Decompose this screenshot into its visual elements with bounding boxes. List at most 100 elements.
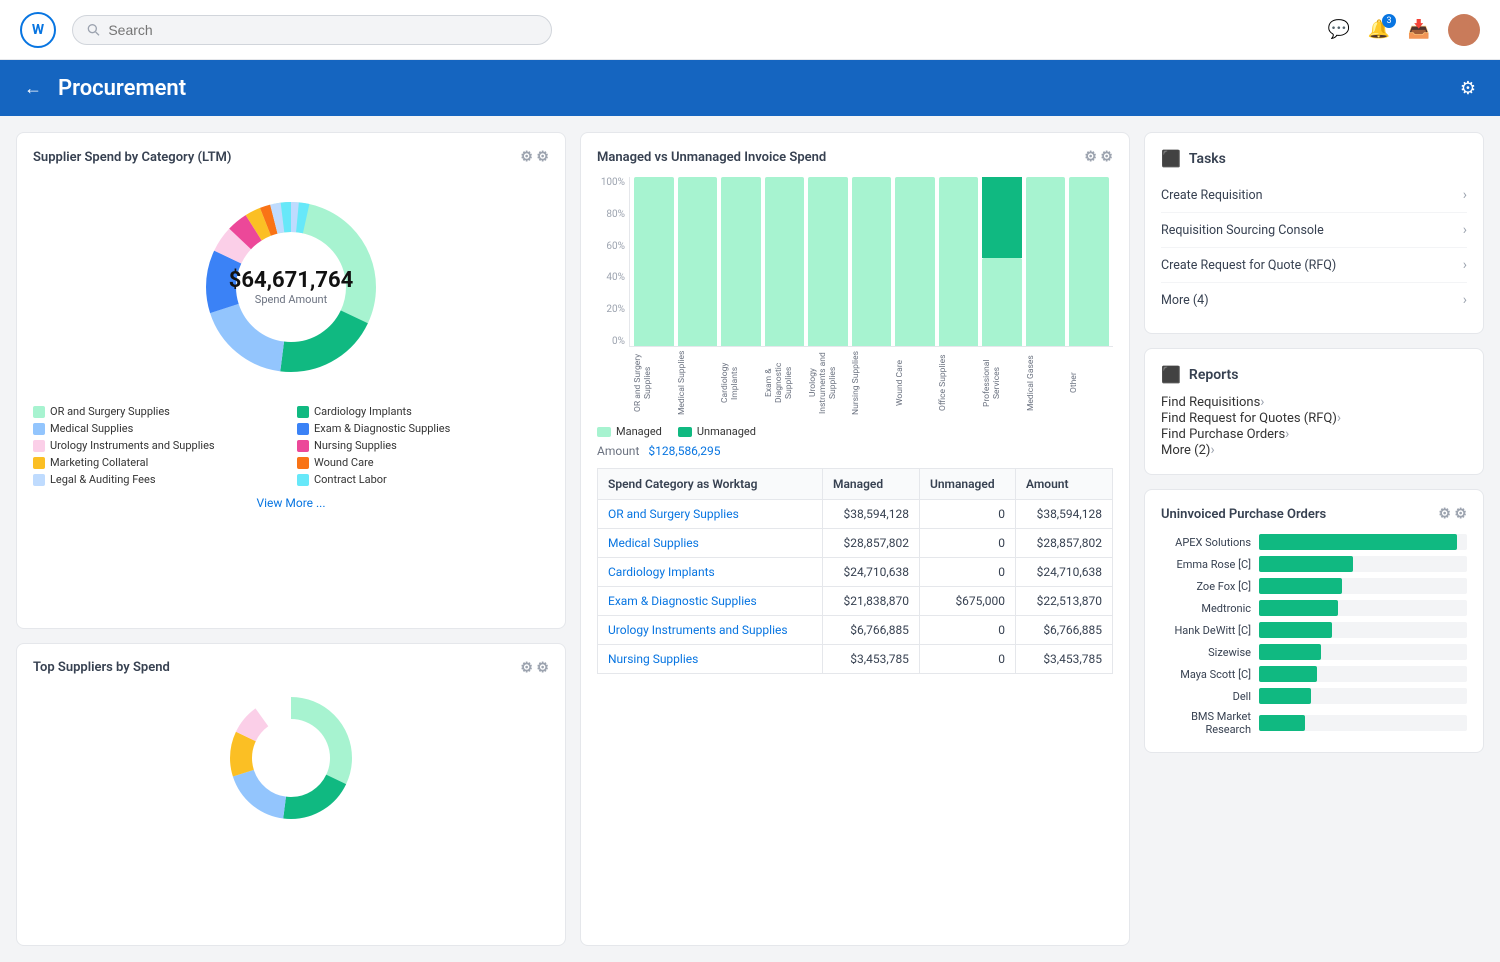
hbar-track <box>1259 644 1467 660</box>
report-item[interactable]: Find Purchase Orders› <box>1161 426 1467 442</box>
legend-item: Marketing Collateral <box>33 456 285 469</box>
unmanaged-cell: 0 <box>919 645 1015 674</box>
hbar-item: Hank DeWitt [C] <box>1161 622 1467 638</box>
legend-dot <box>33 406 45 418</box>
hbar-fill <box>1259 644 1321 660</box>
card-icons[interactable]: ⚙ ⚙ <box>520 149 549 165</box>
amount-cell: $3,453,785 <box>1016 645 1113 674</box>
task-item[interactable]: Requisition Sourcing Console› <box>1161 213 1467 248</box>
managed-cell: $3,453,785 <box>822 645 919 674</box>
table-row: OR and Surgery Supplies $38,594,128 0 $3… <box>598 500 1113 529</box>
notification-badge: 3 <box>1382 14 1396 28</box>
legend-dot <box>33 474 45 486</box>
bar-group <box>721 177 761 346</box>
hbar-label: APEX Solutions <box>1161 536 1251 549</box>
bar-fill <box>721 177 761 346</box>
avatar[interactable] <box>1448 14 1480 46</box>
task-item[interactable]: More (4)› <box>1161 283 1467 317</box>
hbar-item: Medtronic <box>1161 600 1467 616</box>
hbar-item: Sizewise <box>1161 644 1467 660</box>
managed-spend-title: Managed vs Unmanaged Invoice Spend ⚙ ⚙ <box>597 149 1113 165</box>
chevron-right-icon: › <box>1463 292 1467 308</box>
table-row: Urology Instruments and Supplies $6,766,… <box>598 616 1113 645</box>
bar-group <box>939 177 979 346</box>
small-donut-wrap <box>33 688 549 828</box>
inbox-icon[interactable]: 📥 <box>1408 19 1430 41</box>
category-cell[interactable]: Cardiology Implants <box>598 558 823 587</box>
legend-item: Contract Labor <box>297 473 549 486</box>
bar-group <box>634 177 674 346</box>
unmanaged-cell: 0 <box>919 500 1015 529</box>
hbar-item: Dell <box>1161 688 1467 704</box>
hbar-track <box>1259 534 1467 550</box>
unmanaged-cell: 0 <box>919 616 1015 645</box>
legend-dot <box>297 440 309 452</box>
back-button[interactable]: ← <box>24 78 42 99</box>
bar-group <box>808 177 848 346</box>
search-input[interactable] <box>108 22 537 38</box>
spend-table: Spend Category as Worktag Managed Unmana… <box>597 468 1113 674</box>
report-item[interactable]: Find Requisitions› <box>1161 394 1467 410</box>
search-icon <box>87 23 100 37</box>
legend-item: OR and Surgery Supplies <box>33 405 285 418</box>
managed-spend-card: Managed vs Unmanaged Invoice Spend ⚙ ⚙ 0… <box>580 132 1130 946</box>
bar-group <box>895 177 935 346</box>
donut-center: $64,671,764 Spend Amount <box>229 268 353 306</box>
uninvoiced-po-card: Uninvoiced Purchase Orders ⚙ ⚙ APEX Solu… <box>1144 489 1484 753</box>
bar-chart-container: 0% 20% 40% 60% 80% 100% <box>597 177 1113 417</box>
card-icons[interactable]: ⚙ ⚙ <box>520 660 549 676</box>
y-axis-labels: 0% 20% 40% 60% 80% 100% <box>597 177 627 347</box>
right-panel: ⬛ Tasks Create Requisition›Requisition S… <box>1144 132 1484 946</box>
nav-icons: 💬 🔔 3 📥 <box>1328 14 1480 46</box>
category-cell[interactable]: OR and Surgery Supplies <box>598 500 823 529</box>
header-bar: ← Procurement ⚙ <box>0 60 1500 116</box>
hbar-item: BMS Market Research <box>1161 710 1467 736</box>
view-more-button[interactable]: View More ... <box>33 496 549 510</box>
amount-cell: $6,766,885 <box>1016 616 1113 645</box>
hbar-track <box>1259 688 1467 704</box>
legend-managed <box>597 427 611 437</box>
category-cell[interactable]: Nursing Supplies <box>598 645 823 674</box>
amount-cell: $28,857,802 <box>1016 529 1113 558</box>
hbar-track <box>1259 622 1467 638</box>
category-cell[interactable]: Medical Supplies <box>598 529 823 558</box>
bar-fill <box>808 177 848 346</box>
card-icons[interactable]: ⚙ ⚙ <box>1438 506 1467 522</box>
legend-item: Wound Care <box>297 456 549 469</box>
hbar-item: APEX Solutions <box>1161 534 1467 550</box>
reports-header: ⬛ Reports <box>1161 365 1467 384</box>
legend-item: Legal & Auditing Fees <box>33 473 285 486</box>
category-cell[interactable]: Urology Instruments and Supplies <box>598 616 823 645</box>
bar-group <box>1026 177 1066 346</box>
reports-icon: ⬛ <box>1161 365 1181 384</box>
search-bar[interactable] <box>72 15 552 45</box>
report-item[interactable]: More (2)› <box>1161 442 1467 458</box>
reports-card: ⬛ Reports Find Requisitions›Find Request… <box>1144 348 1484 475</box>
hbar-fill <box>1259 578 1342 594</box>
hbar-label: Sizewise <box>1161 646 1251 659</box>
settings-icon[interactable]: ⚙ <box>1460 78 1476 99</box>
managed-cell: $28,857,802 <box>822 529 919 558</box>
card-icons[interactable]: ⚙ ⚙ <box>1084 149 1113 165</box>
reports-title: Reports <box>1189 367 1239 383</box>
top-navigation: W 💬 🔔 3 📥 <box>0 0 1500 60</box>
col-header-managed: Managed <box>822 469 919 500</box>
uninvoiced-po-title: Uninvoiced Purchase Orders ⚙ ⚙ <box>1161 506 1467 522</box>
task-item[interactable]: Create Requisition› <box>1161 178 1467 213</box>
hbar-fill <box>1259 666 1317 682</box>
notification-icon[interactable]: 🔔 3 <box>1368 19 1390 41</box>
hbar-label: Dell <box>1161 690 1251 703</box>
bar-fill <box>678 177 718 346</box>
chat-icon[interactable]: 💬 <box>1328 19 1350 41</box>
bar-group <box>678 177 718 346</box>
category-cell[interactable]: Exam & Diagnostic Supplies <box>598 587 823 616</box>
report-item[interactable]: Find Request for Quotes (RFQ)› <box>1161 410 1467 426</box>
managed-cell: $6,766,885 <box>822 616 919 645</box>
legend-dot <box>297 423 309 435</box>
amount-cell: $24,710,638 <box>1016 558 1113 587</box>
chart-amount: Amount $128,586,295 <box>597 444 1113 458</box>
bar-unmanaged <box>982 177 1022 258</box>
col-header-category: Spend Category as Worktag <box>598 469 823 500</box>
task-item[interactable]: Create Request for Quote (RFQ)› <box>1161 248 1467 283</box>
bar-group <box>1069 177 1109 346</box>
